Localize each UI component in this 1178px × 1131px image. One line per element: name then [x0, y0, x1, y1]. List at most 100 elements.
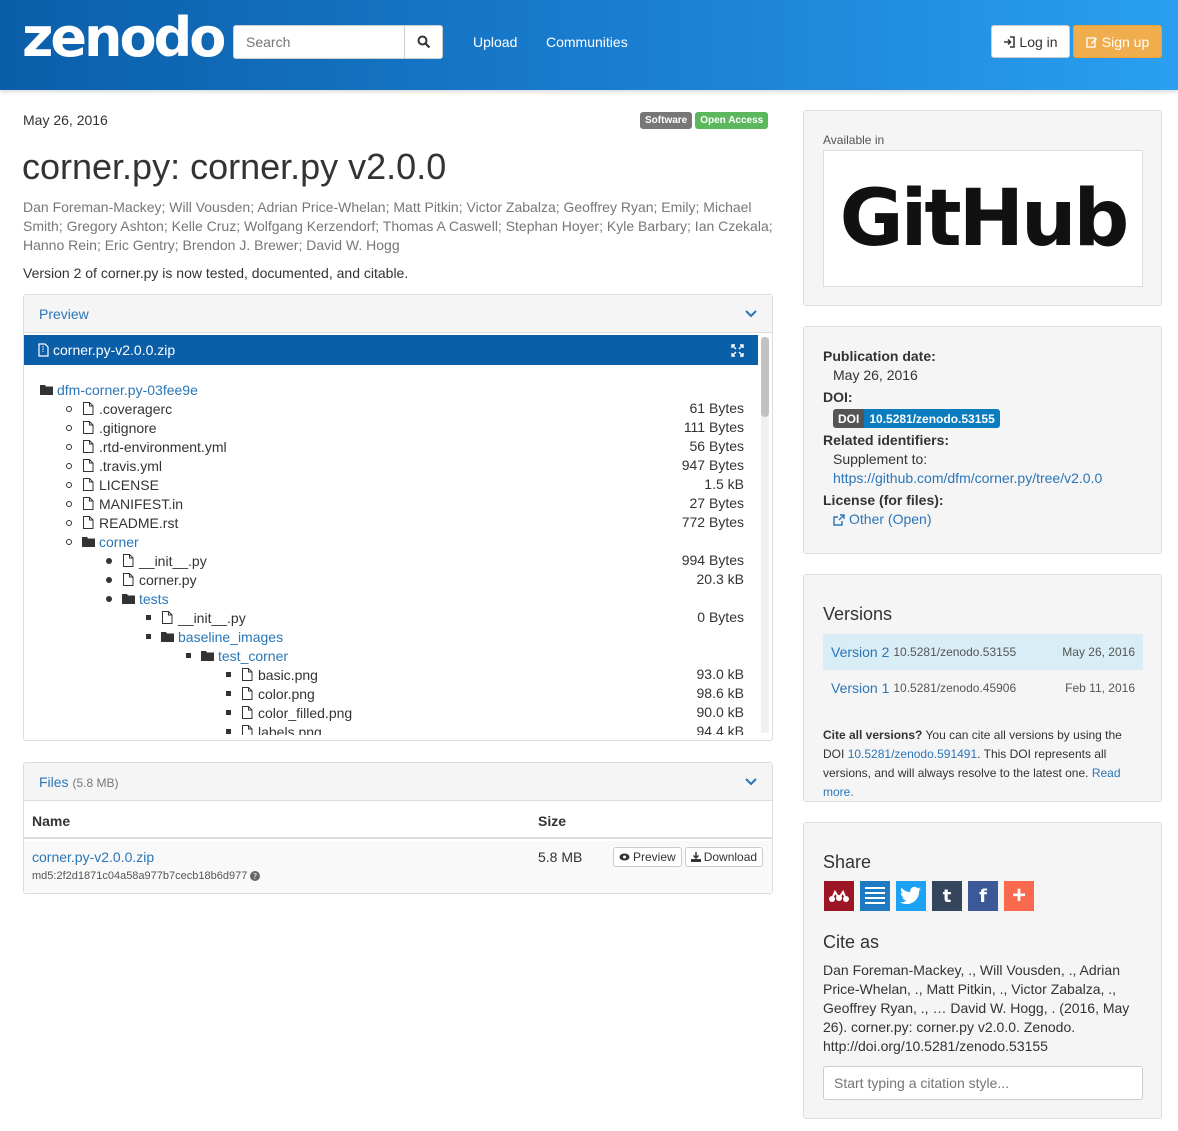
version-row[interactable]: Version 1 10.5281/zenodo.45906 Feb 11, 2… [823, 670, 1143, 706]
version-link[interactable]: Version 2 [831, 644, 889, 660]
file-name: color.png [258, 685, 315, 702]
tree-file: color_filled.png [226, 703, 352, 722]
files-heading: Files [39, 773, 69, 790]
versions-panel: Versions Version 2 10.5281/zenodo.53155 … [803, 574, 1162, 802]
zenodo-logo[interactable]: zenodo [22, 6, 226, 69]
badge-software: Software [640, 112, 693, 129]
addthis-share-button[interactable]: + [1004, 881, 1034, 911]
tree-folder[interactable]: corner [66, 532, 139, 551]
list-bullet [146, 634, 151, 639]
share-buttons: t f + [824, 881, 1034, 911]
list-bullet [66, 424, 72, 431]
folder-name[interactable]: baseline_images [178, 629, 283, 645]
cite-all-doi-link[interactable]: 10.5281/zenodo.591491 [848, 747, 977, 761]
twitter-share-button[interactable] [896, 881, 926, 911]
file-zip-icon [38, 343, 49, 357]
files-total-size: (5.8 MB) [72, 775, 119, 790]
file-icon [123, 554, 134, 567]
pub-date-value: May 26, 2016 [833, 367, 918, 383]
files-panel-header[interactable]: Files (5.8 MB) [24, 763, 772, 801]
file-icon [83, 478, 94, 491]
versions-title: Versions [823, 604, 893, 624]
facebook-share-button[interactable]: f [968, 881, 998, 911]
question-icon[interactable]: ? [250, 871, 261, 881]
download-button-label: Download [703, 850, 758, 864]
folder-name[interactable]: corner [99, 534, 139, 550]
search-input[interactable] [234, 26, 404, 58]
version-link[interactable]: Version 1 [831, 680, 889, 696]
license-link[interactable]: Other (Open) [823, 510, 1102, 529]
citeulike-share-button[interactable] [860, 881, 890, 911]
file-name: color_filled.png [258, 704, 353, 721]
folder-name[interactable]: test_corner [218, 648, 288, 664]
file-size: 56 Bytes [689, 438, 744, 454]
nav-communities[interactable]: Communities [546, 34, 628, 50]
tree-file: MANIFEST.in [66, 494, 183, 513]
file-icon [242, 725, 253, 735]
citation-style-input[interactable] [823, 1066, 1143, 1100]
download-button[interactable]: Download [684, 847, 764, 867]
preview-file-bar: corner.py-v2.0.0.zip [24, 335, 758, 365]
signup-button[interactable]: Sign up [1073, 25, 1162, 58]
file-icon [123, 573, 134, 586]
file-name: basic.png [258, 666, 318, 683]
chevron-down-icon[interactable] [745, 777, 757, 786]
tumblr-share-button[interactable]: t [932, 881, 962, 911]
file-link[interactable]: corner.py-v2.0.0.zip [32, 849, 154, 865]
folder-icon [201, 651, 214, 661]
cite-all-bold: Cite all versions? [823, 728, 923, 742]
record-details-panel: Publication date: May 26, 2016 DOI: DOI … [803, 326, 1162, 554]
tree-file: __init__.py [146, 608, 246, 627]
mendeley-icon [829, 889, 849, 902]
file-size: 0 Bytes [697, 609, 744, 625]
tree-folder[interactable]: tests [106, 589, 169, 608]
fullscreen-icon[interactable] [731, 343, 744, 357]
file-icon [83, 459, 94, 472]
doi-tag: DOI [833, 409, 865, 428]
preview-button[interactable]: Preview [613, 847, 682, 867]
list-bullet [66, 481, 72, 488]
folder-icon [122, 594, 135, 604]
share-title: Share [823, 852, 872, 872]
list-bullet [186, 653, 191, 658]
file-tree: dfm-corner.py-03fee9e .coveragerc 61 Bytes… [24, 375, 758, 735]
file-name: .rtd-environment.yml [99, 438, 227, 455]
sign-in-icon [1004, 35, 1016, 48]
record-badges: Software Open Access [640, 112, 769, 129]
search-button[interactable] [404, 26, 442, 58]
version-row[interactable]: Version 2 10.5281/zenodo.53155 May 26, 2… [823, 634, 1143, 670]
list-bullet [226, 710, 231, 715]
citation-text: Dan Foreman-Mackey, ., Will Vousden, ., … [823, 962, 1130, 1054]
preview-scrollbar[interactable] [761, 337, 769, 733]
authors-list: Dan Foreman-Mackey; Will Vousden; Adrian… [23, 199, 773, 253]
tree-file: .coveragerc [66, 399, 172, 418]
supplement-link[interactable]: https://github.com/dfm/corner.py/tree/v2… [823, 469, 1102, 488]
tree-folder[interactable]: dfm-corner.py-03fee9e [40, 380, 198, 399]
tree-folder[interactable]: baseline_images [146, 627, 283, 646]
table-row: corner.py-v2.0.0.zip md5:2f2d1871c04a58a… [24, 841, 772, 893]
mendeley-share-button[interactable] [824, 881, 854, 911]
folder-name[interactable]: dfm-corner.py-03fee9e [57, 382, 198, 398]
tree-file: basic.png [226, 665, 318, 684]
tree-file: .gitignore [66, 418, 157, 437]
file-icon [83, 497, 94, 510]
chevron-down-icon[interactable] [745, 309, 757, 318]
list-bullet [66, 443, 72, 450]
github-logo[interactable]: GitHub [823, 150, 1143, 287]
tree-folder[interactable]: test_corner [186, 646, 288, 665]
folder-name[interactable]: tests [139, 591, 169, 607]
login-button[interactable]: Log in [991, 25, 1070, 58]
preview-panel-header[interactable]: Preview [24, 295, 772, 333]
file-size: 94.4 kB [696, 723, 744, 735]
license-value: Other (Open) [849, 511, 932, 527]
file-size: 61 Bytes [689, 400, 744, 416]
login-label: Log in [1019, 33, 1058, 50]
file-name: corner.py [139, 571, 197, 588]
tree-file: __init__.py [106, 551, 207, 570]
nav-upload[interactable]: Upload [473, 34, 517, 50]
plus-icon: + [1011, 882, 1026, 909]
list-bullet [66, 538, 72, 545]
doi-badge[interactable]: DOI 10.5281/zenodo.53155 [823, 409, 1102, 428]
available-in-label: Available in [823, 133, 885, 147]
share-cite-panel: Share t f + Cite as Dan Foreman-Mackey, … [803, 822, 1162, 1119]
